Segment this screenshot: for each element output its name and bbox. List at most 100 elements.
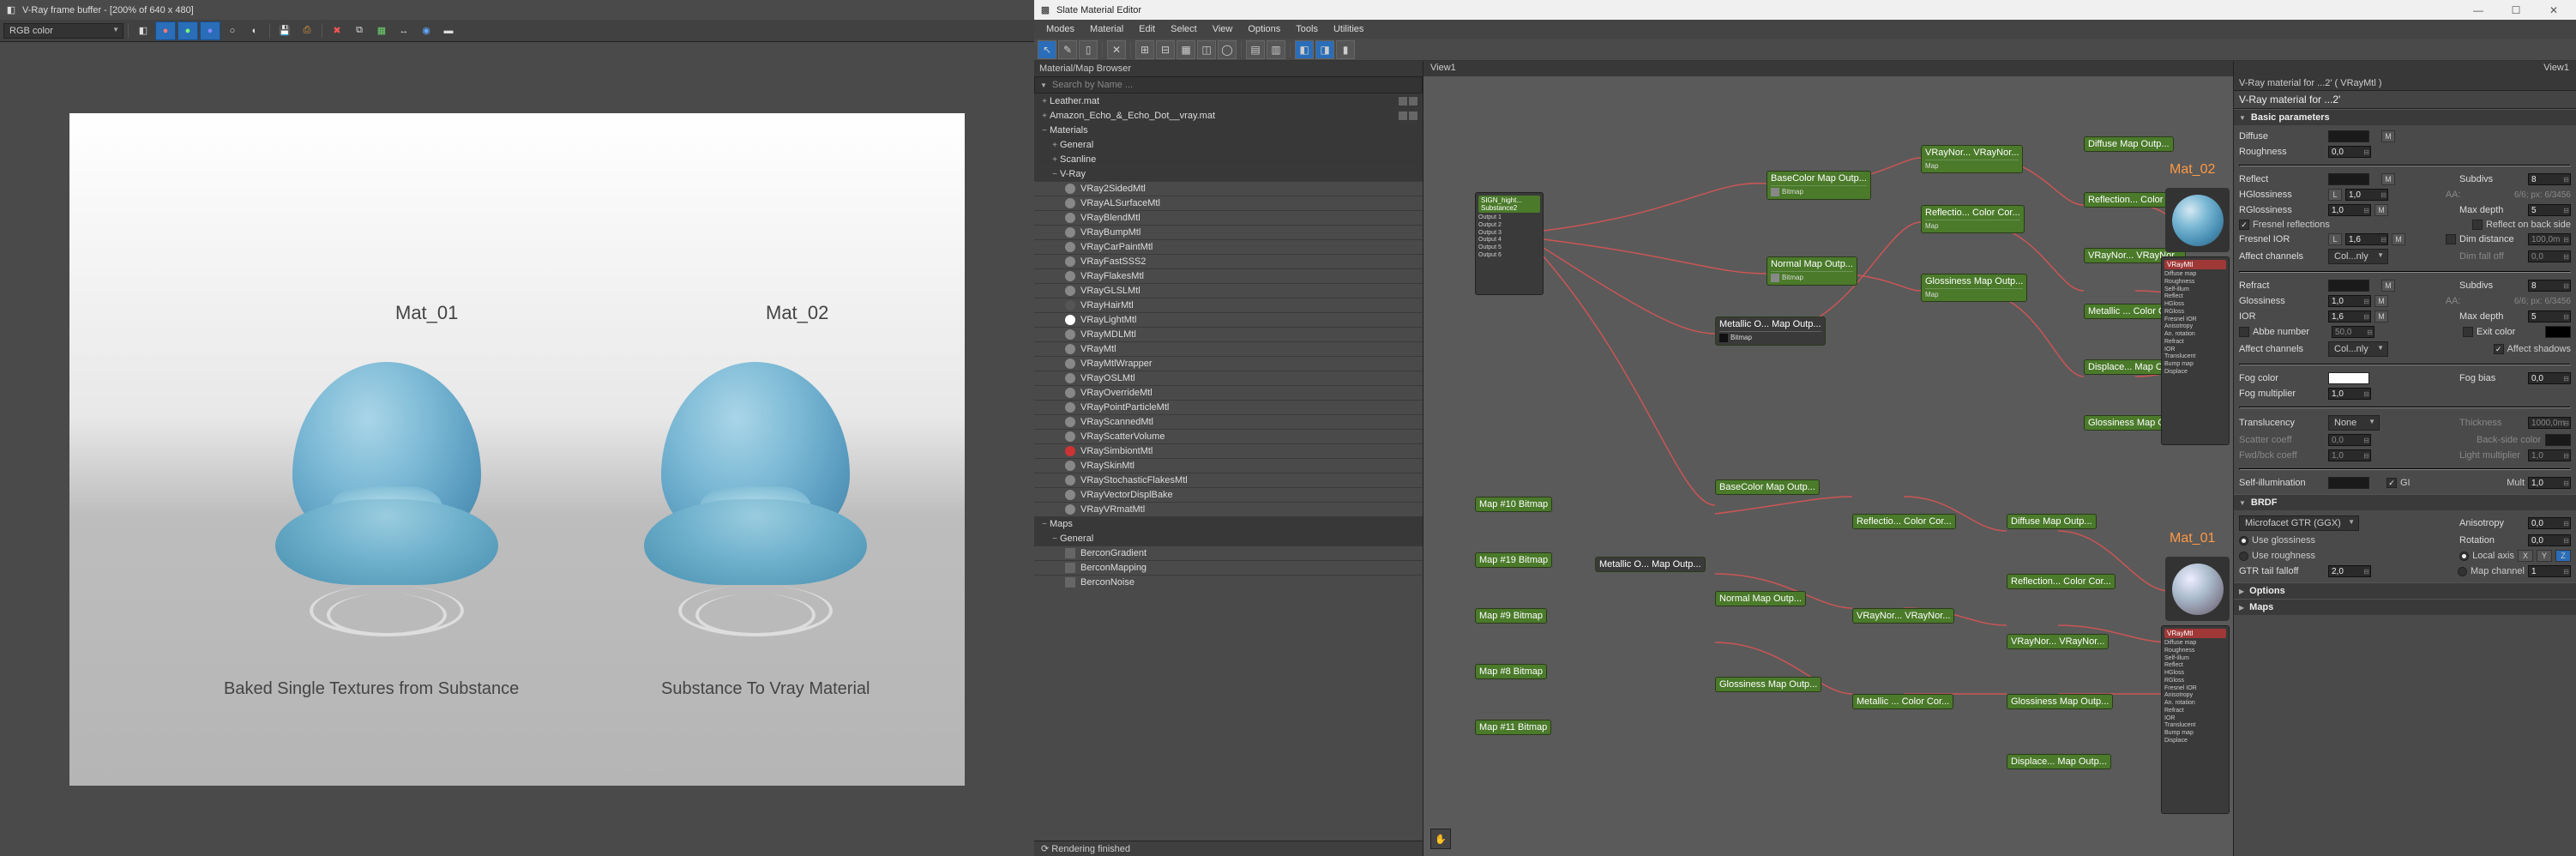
preview-mat02[interactable]	[2165, 188, 2230, 252]
tree-item[interactable]: VRaySkinMtl	[1034, 458, 1423, 473]
tree-general[interactable]: +General	[1034, 137, 1423, 152]
fresnelior-spinner[interactable]: 1,6	[2345, 233, 2388, 245]
pan-tool-icon[interactable]: ✋	[1430, 829, 1451, 849]
node-normal-b[interactable]: Normal Map Outp...	[1715, 591, 1806, 606]
tree-maps-general[interactable]: −General	[1034, 531, 1423, 546]
diffuse-color[interactable]	[2328, 130, 2369, 142]
vfb-titlebar[interactable]: ◧ V-Ray frame buffer - [200% of 640 x 48…	[0, 0, 1034, 20]
use-gloss-radio[interactable]	[2239, 536, 2248, 546]
tree-scanline[interactable]: +Scanline	[1034, 152, 1423, 166]
channel-b-button[interactable]: ●	[200, 21, 220, 40]
view-header[interactable]: View1	[1423, 61, 2233, 76]
hgloss-lock[interactable]: L	[2328, 189, 2342, 201]
tree-item[interactable]: VRay2SidedMtl	[1034, 181, 1423, 196]
rollout-maps[interactable]: Maps	[2234, 599, 2576, 615]
exitcolor-swatch[interactable]	[2545, 326, 2571, 338]
tree-amazon[interactable]: +Amazon_Echo_&_Echo_Dot__vray.mat	[1034, 108, 1423, 123]
fresnel-check[interactable]	[2239, 220, 2249, 230]
tree-item[interactable]: VRayALSurfaceMtl	[1034, 196, 1423, 210]
show-map-button[interactable]: ▦	[1177, 40, 1195, 59]
channel-alpha-button[interactable]: ○	[222, 21, 243, 40]
node-vraynor[interactable]: VRayNor... VRayNor...Map	[1921, 145, 2023, 173]
affect-shadows-check[interactable]	[2494, 344, 2504, 354]
move-children-button[interactable]: ⊞	[1135, 40, 1154, 59]
duplicate-button[interactable]: ⧉	[349, 21, 370, 40]
tree-item[interactable]: VRayLightMtl	[1034, 312, 1423, 327]
node-map19[interactable]: Map #19 Bitmap	[1475, 552, 1552, 568]
dimfall-spinner[interactable]: 0,0	[2528, 250, 2571, 262]
refr-subdivs[interactable]: 8	[2528, 280, 2571, 292]
menu-options[interactable]: Options	[1241, 22, 1287, 36]
node-basecolor-b[interactable]: BaseColor Map Outp...	[1715, 479, 1820, 495]
refrgloss-spinner[interactable]: 1,0	[2328, 295, 2371, 307]
subdivs-spinner[interactable]: 8	[2528, 173, 2571, 185]
menu-modes[interactable]: Modes	[1039, 22, 1081, 36]
node-map9[interactable]: Map #9 Bitmap	[1475, 608, 1547, 624]
tree-item[interactable]: VRayMtlWrapper	[1034, 356, 1423, 371]
fogbias-spinner[interactable]: 0,0	[2528, 372, 2571, 384]
tree-item[interactable]: VRayVectorDisplBake	[1034, 487, 1423, 502]
tree-item[interactable]: VRayCarPaintMtl	[1034, 239, 1423, 254]
axis-y[interactable]: Y	[2537, 550, 2552, 562]
node-normal[interactable]: Normal Map Outp...Bitmap	[1766, 256, 1857, 286]
ior-spinner[interactable]: 1,6	[2328, 310, 2371, 323]
fogmult-spinner[interactable]: 1,0	[2328, 388, 2371, 400]
menu-select[interactable]: Select	[1164, 22, 1204, 36]
dimdist-check[interactable]	[2446, 234, 2456, 244]
backside-color[interactable]	[2545, 434, 2571, 446]
channel-rgb-button[interactable]: ◧	[133, 21, 153, 40]
node-vraynor-b2[interactable]: VRayNor... VRayNor...	[2007, 634, 2109, 649]
localaxis-radio[interactable]	[2459, 552, 2469, 561]
link-pdplayer-button[interactable]: ◉	[416, 21, 436, 40]
axis-x[interactable]: X	[2518, 550, 2533, 562]
aniso-spinner[interactable]: 0,0	[2528, 517, 2571, 529]
menu-tools[interactable]: Tools	[1289, 22, 1325, 36]
node-map10[interactable]: Map #10 Bitmap	[1475, 497, 1552, 512]
tree-item[interactable]: VRayBumpMtl	[1034, 225, 1423, 239]
selfillum-color[interactable]	[2328, 477, 2369, 489]
tree-item[interactable]: VRayGLSLMtl	[1034, 283, 1423, 298]
track-mouse-button[interactable]: ↔	[394, 21, 414, 40]
color-corrections-button[interactable]: ▬	[438, 21, 459, 40]
node-refl[interactable]: Reflectio... Color Cor...Map	[1921, 205, 2025, 233]
gtr-spinner[interactable]: 2,0	[2328, 565, 2371, 577]
tree-item[interactable]: VRayFastSSS2	[1034, 254, 1423, 268]
browser-tree[interactable]: +Leather.mat +Amazon_Echo_&_Echo_Dot__vr…	[1034, 93, 1423, 841]
hgloss-spinner[interactable]: 1,0	[2345, 189, 2388, 201]
eyedropper-button[interactable]: ✎	[1058, 40, 1077, 59]
param-nav-header[interactable]: V-Ray material for ...2' ( VRayMtl )	[2234, 76, 2576, 91]
menu-view[interactable]: View	[1206, 22, 1240, 36]
use-rough-radio[interactable]	[2239, 552, 2248, 561]
refrgloss-map[interactable]: M	[2374, 295, 2388, 307]
menu-material[interactable]: Material	[1083, 22, 1130, 36]
scatter-spinner[interactable]: 0,0	[2328, 434, 2371, 446]
node-map8[interactable]: Map #8 Bitmap	[1475, 664, 1547, 679]
show-bg-button[interactable]: ◫	[1197, 40, 1216, 59]
dimdist-spinner[interactable]: 100,0m	[2528, 233, 2571, 245]
clear-button[interactable]: ✖	[327, 21, 347, 40]
minimize-button[interactable]: —	[2461, 2, 2495, 19]
node-map11[interactable]: Map #11 Bitmap	[1475, 720, 1551, 735]
rollout-basic[interactable]: Basic parameters	[2234, 109, 2576, 125]
node-reflection-b[interactable]: Reflection... Color Cor...	[2007, 574, 2116, 589]
tree-item[interactable]: VRayOSLMtl	[1034, 371, 1423, 385]
refract-color[interactable]	[2328, 280, 2369, 292]
tree-item[interactable]: VRaySimbiontMtl	[1034, 443, 1423, 458]
tree-item[interactable]: VRayMDLMtl	[1034, 327, 1423, 341]
node-refl-b[interactable]: Reflectio... Color Cor...	[1852, 514, 1956, 529]
view-canvas[interactable]: SIGN_hight... Substance2Output 1Output 2…	[1423, 76, 2233, 856]
menu-utilities[interactable]: Utilities	[1327, 22, 1370, 36]
node-mat01-output[interactable]: VRayMtlDiffuse mapRoughnessSelf-illumRef…	[2161, 625, 2230, 814]
select-by-material-button[interactable]: ▮	[1336, 40, 1355, 59]
tree-maps[interactable]: −Maps	[1034, 516, 1423, 531]
node-vraynor-b[interactable]: VRayNor... VRayNor...	[1852, 608, 1954, 624]
tree-item[interactable]: VRayHairMtl	[1034, 298, 1423, 312]
lightmult-spinner[interactable]: 1,0	[2528, 449, 2571, 461]
fresnel-lock[interactable]: L	[2328, 233, 2342, 245]
parameter-editor-button[interactable]: ◨	[1315, 40, 1334, 59]
tree-item[interactable]: VRayScannedMtl	[1034, 414, 1423, 429]
tree-item[interactable]: BerconMapping	[1034, 560, 1423, 575]
mapch-radio[interactable]	[2458, 567, 2467, 576]
tree-item[interactable]: VRayStochasticFlakesMtl	[1034, 473, 1423, 487]
ior-map[interactable]: M	[2374, 310, 2388, 323]
